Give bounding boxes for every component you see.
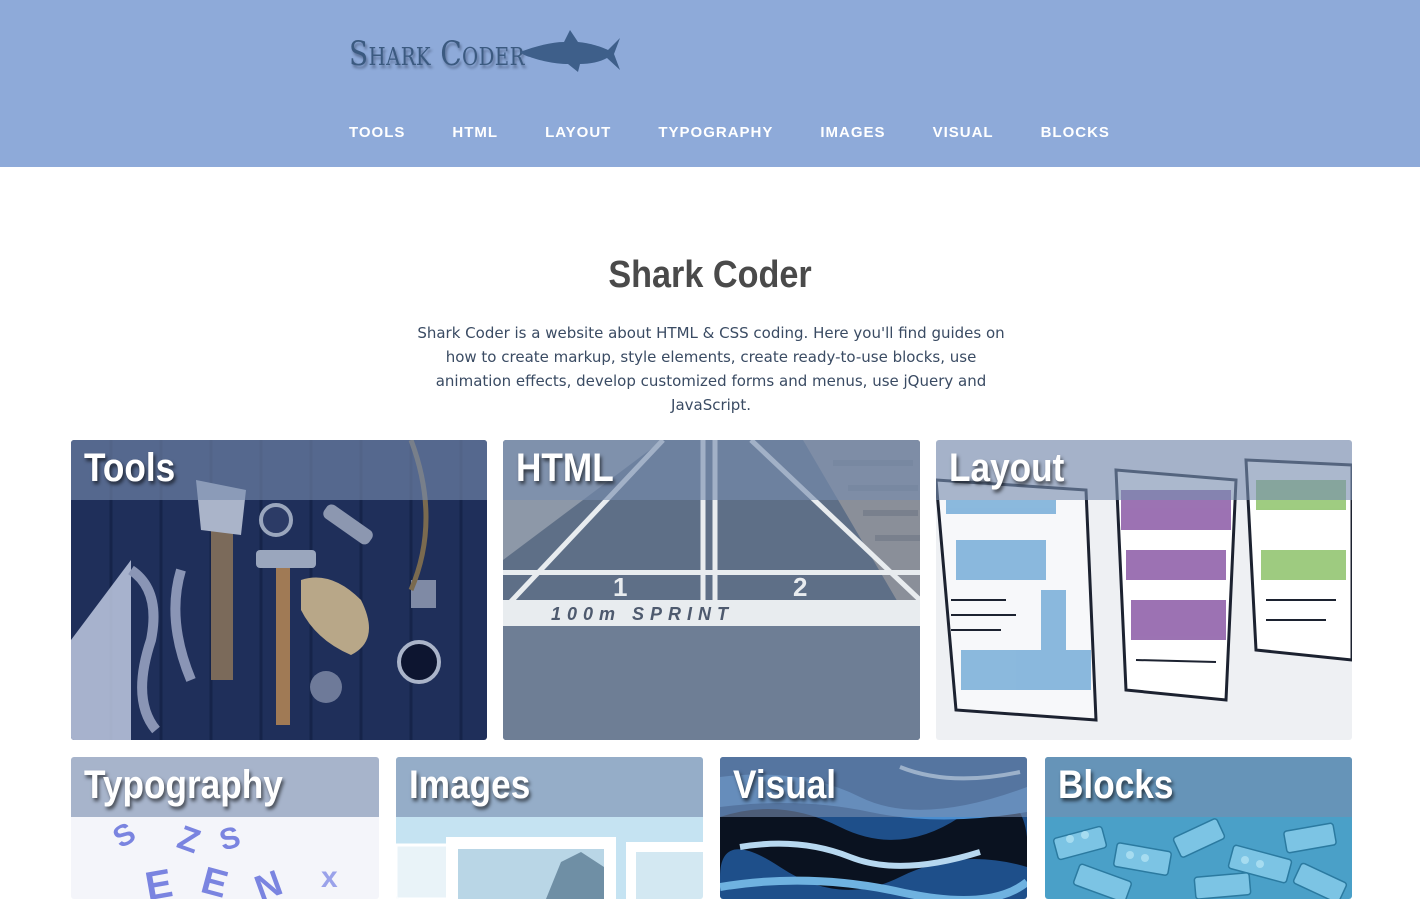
nav-html[interactable]: HTML	[452, 124, 498, 144]
card-html-label: HTML	[516, 446, 614, 490]
card-layout[interactable]: Layout	[936, 440, 1352, 740]
card-blocks-label: Blocks	[1058, 763, 1174, 807]
card-html[interactable]: 1 2 100m SPRINT HTML	[503, 440, 920, 740]
card-tools-label: Tools	[84, 446, 176, 490]
card-typography[interactable]: S Z S E E N x Typography	[71, 757, 379, 899]
sprint-text: 100m SPRINT	[551, 604, 734, 624]
lane-number-1: 1	[613, 572, 627, 602]
card-blocks[interactable]: Blocks	[1045, 757, 1352, 899]
main-nav: TOOLS HTML LAYOUT TYPOGRAPHY IMAGES VISU…	[349, 124, 1157, 144]
nav-images[interactable]: IMAGES	[820, 124, 885, 144]
card-typography-label: Typography	[84, 763, 283, 807]
lane-number-2: 2	[793, 572, 807, 602]
nav-visual[interactable]: VISUAL	[933, 124, 994, 144]
shark-icon[interactable]	[518, 30, 622, 74]
card-visual-label: Visual	[733, 763, 837, 807]
page-title: Shark Coder	[608, 254, 812, 296]
card-visual[interactable]: Visual	[720, 757, 1027, 899]
card-tools[interactable]: Tools	[71, 440, 487, 740]
site-logo-text[interactable]: Shark Coder	[349, 34, 525, 74]
svg-text:x: x	[321, 861, 338, 894]
card-layout-label: Layout	[949, 446, 1065, 490]
nav-tools[interactable]: TOOLS	[349, 124, 405, 144]
site-header: Shark Coder TOOLS HTML LAYOUT TYPOGRAPHY…	[0, 0, 1420, 167]
page-description: Shark Coder is a website about HTML & CS…	[417, 324, 1005, 414]
nav-layout[interactable]: LAYOUT	[545, 124, 611, 144]
card-images[interactable]: Images	[396, 757, 703, 899]
nav-typography[interactable]: TYPOGRAPHY	[658, 124, 773, 144]
nav-blocks[interactable]: BLOCKS	[1041, 124, 1110, 144]
card-images-label: Images	[409, 763, 531, 807]
